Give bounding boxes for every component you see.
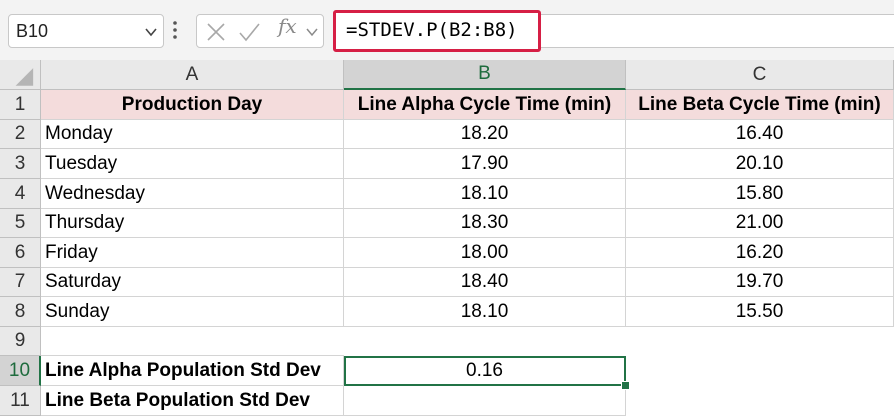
row-header[interactable]: 4 (0, 179, 41, 209)
alpha-value-cell[interactable]: 18.30 (344, 209, 626, 238)
column-header-a[interactable]: A (41, 60, 344, 90)
header-cell[interactable]: Line Beta Cycle Time (min) (626, 90, 894, 120)
row-header[interactable]: 3 (0, 149, 41, 179)
column-header-c[interactable]: C (626, 60, 894, 90)
beta-std-dev-cell[interactable] (344, 386, 626, 416)
more-options-icon[interactable] (172, 19, 178, 41)
beta-value-cell[interactable]: 16.20 (626, 238, 894, 268)
beta-value-cell[interactable]: 15.50 (626, 297, 894, 327)
day-cell[interactable]: Saturday (41, 268, 344, 297)
beta-value-cell[interactable]: 16.40 (626, 120, 894, 149)
formula-text: =STDEV.P(B2:B8) (346, 19, 518, 41)
summary-label-cell[interactable]: Line Alpha Population Std Dev (41, 356, 344, 386)
insert-function-icon[interactable]: fx (278, 14, 297, 38)
header-cell[interactable]: Line Alpha Cycle Time (min) (344, 90, 626, 120)
row-header[interactable]: 9 (0, 327, 41, 356)
chevron-down-icon[interactable] (145, 26, 157, 38)
formula-input-area[interactable] (541, 14, 894, 48)
column-header-b[interactable]: B (344, 60, 626, 90)
row-header[interactable]: 7 (0, 268, 41, 297)
beta-value-cell[interactable]: 20.10 (626, 149, 894, 179)
select-all-corner[interactable] (0, 60, 41, 90)
summary-label-cell[interactable]: Line Beta Population Std Dev (41, 386, 344, 416)
formula-toolbar: B10 fx =STDEV.P(B2:B8) (0, 0, 894, 60)
alpha-value-cell[interactable]: 18.20 (344, 120, 626, 149)
row-header[interactable]: 5 (0, 209, 41, 238)
name-box-value: B10 (16, 21, 49, 41)
alpha-value-cell[interactable]: 18.10 (344, 297, 626, 327)
day-cell[interactable]: Sunday (41, 297, 344, 327)
day-cell[interactable]: Monday (41, 120, 344, 149)
cancel-icon[interactable] (205, 15, 227, 49)
alpha-value-cell[interactable]: 18.00 (344, 238, 626, 268)
empty-cell[interactable] (41, 327, 344, 356)
enter-icon[interactable] (237, 15, 261, 49)
beta-value-cell[interactable]: 21.00 (626, 209, 894, 238)
name-box[interactable]: B10 (8, 14, 164, 48)
row-header[interactable]: 8 (0, 297, 41, 327)
beta-value-cell[interactable]: 15.80 (626, 179, 894, 209)
day-cell[interactable]: Thursday (41, 209, 344, 238)
row-header[interactable]: 11 (0, 386, 41, 416)
row-header[interactable]: 2 (0, 120, 41, 149)
selected-cell-b10[interactable]: 0.16 (344, 356, 626, 386)
alpha-value-cell[interactable]: 18.10 (344, 179, 626, 209)
beta-value-cell[interactable]: 19.70 (626, 268, 894, 297)
select-all-icon (15, 67, 34, 86)
row-header[interactable]: 1 (0, 90, 41, 120)
formula-buttons (196, 14, 324, 48)
day-cell[interactable]: Friday (41, 238, 344, 268)
alpha-value-cell[interactable]: 17.90 (344, 149, 626, 179)
day-cell[interactable]: Wednesday (41, 179, 344, 209)
chevron-down-icon[interactable] (305, 15, 319, 49)
day-cell[interactable]: Tuesday (41, 149, 344, 179)
header-cell[interactable]: Production Day (41, 90, 344, 120)
row-header[interactable]: 10 (0, 356, 41, 386)
row-header[interactable]: 6 (0, 238, 41, 268)
alpha-value-cell[interactable]: 18.40 (344, 268, 626, 297)
formula-bar[interactable]: =STDEV.P(B2:B8) (333, 10, 541, 52)
fill-handle[interactable] (621, 381, 630, 390)
